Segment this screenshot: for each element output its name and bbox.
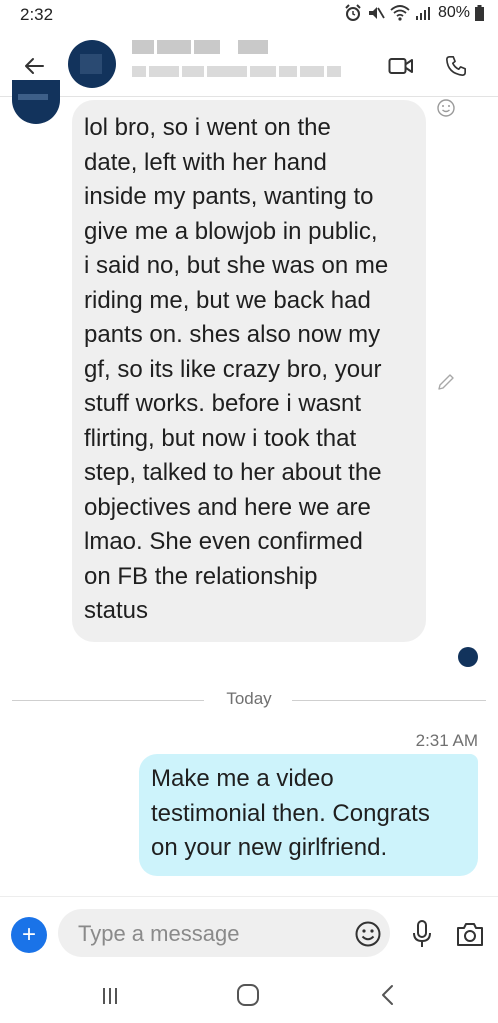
sender-avatar[interactable] (12, 80, 60, 124)
home-icon (237, 984, 259, 1006)
date-divider-line (292, 700, 486, 701)
message-input-placeholder[interactable]: Type a message (78, 921, 239, 947)
outgoing-message-text: Make me a video testimonial then. Congra… (151, 765, 430, 861)
incoming-message-bubble[interactable]: lol bro, so i went on the date, left wit… (72, 100, 426, 642)
video-call-button[interactable] (385, 50, 417, 82)
voice-message-button[interactable] (408, 919, 436, 949)
add-attachment-button[interactable]: + (11, 917, 47, 953)
edit-button[interactable] (436, 372, 456, 392)
camera-button[interactable] (454, 919, 486, 949)
system-navigation-bar (0, 970, 498, 1023)
compose-bar: + Type a message (0, 896, 498, 971)
incoming-message-text: lol bro, so i went on the date, left wit… (84, 114, 389, 624)
emoji-button[interactable] (354, 920, 382, 948)
signal-icon (415, 7, 430, 20)
read-receipt-avatar (458, 647, 478, 667)
mute-icon (368, 7, 385, 19)
back-button[interactable] (18, 50, 50, 82)
status-bar: 2:32 80% (0, 0, 498, 36)
emoji-icon (355, 921, 381, 947)
contact-avatar[interactable] (68, 40, 116, 88)
date-divider-line (12, 700, 204, 701)
outgoing-message-bubble[interactable]: Make me a video testimonial then. Congra… (139, 754, 478, 876)
chevron-left-icon (382, 985, 393, 1005)
status-time: 2:32 (20, 5, 54, 24)
camera-icon (457, 923, 483, 946)
date-divider-label: Today (226, 689, 272, 708)
contact-status (132, 66, 262, 80)
message-timestamp: 2:31 AM (415, 731, 478, 750)
video-call-icon (388, 58, 413, 74)
contact-name (132, 40, 262, 54)
home-button[interactable] (235, 982, 261, 1008)
recents-icon (103, 988, 117, 1004)
react-button[interactable] (436, 98, 456, 118)
arrow-left-icon (25, 58, 44, 74)
pencil-icon (438, 374, 454, 390)
alarm-icon (345, 4, 361, 21)
status-icons: 80% (344, 4, 484, 22)
phone-call-button[interactable] (440, 50, 472, 82)
plus-icon: + (21, 921, 36, 948)
battery-icon (475, 5, 484, 21)
wifi-icon (390, 5, 410, 21)
phone-call-icon (446, 56, 466, 76)
battery-percent: 80% (437, 4, 470, 21)
smiley-icon (437, 99, 455, 117)
nav-back-button[interactable] (376, 982, 400, 1008)
recents-button[interactable] (98, 984, 122, 1008)
message-input-field[interactable]: Type a message (58, 909, 390, 957)
microphone-icon (413, 920, 431, 947)
conversation-header (0, 36, 498, 97)
